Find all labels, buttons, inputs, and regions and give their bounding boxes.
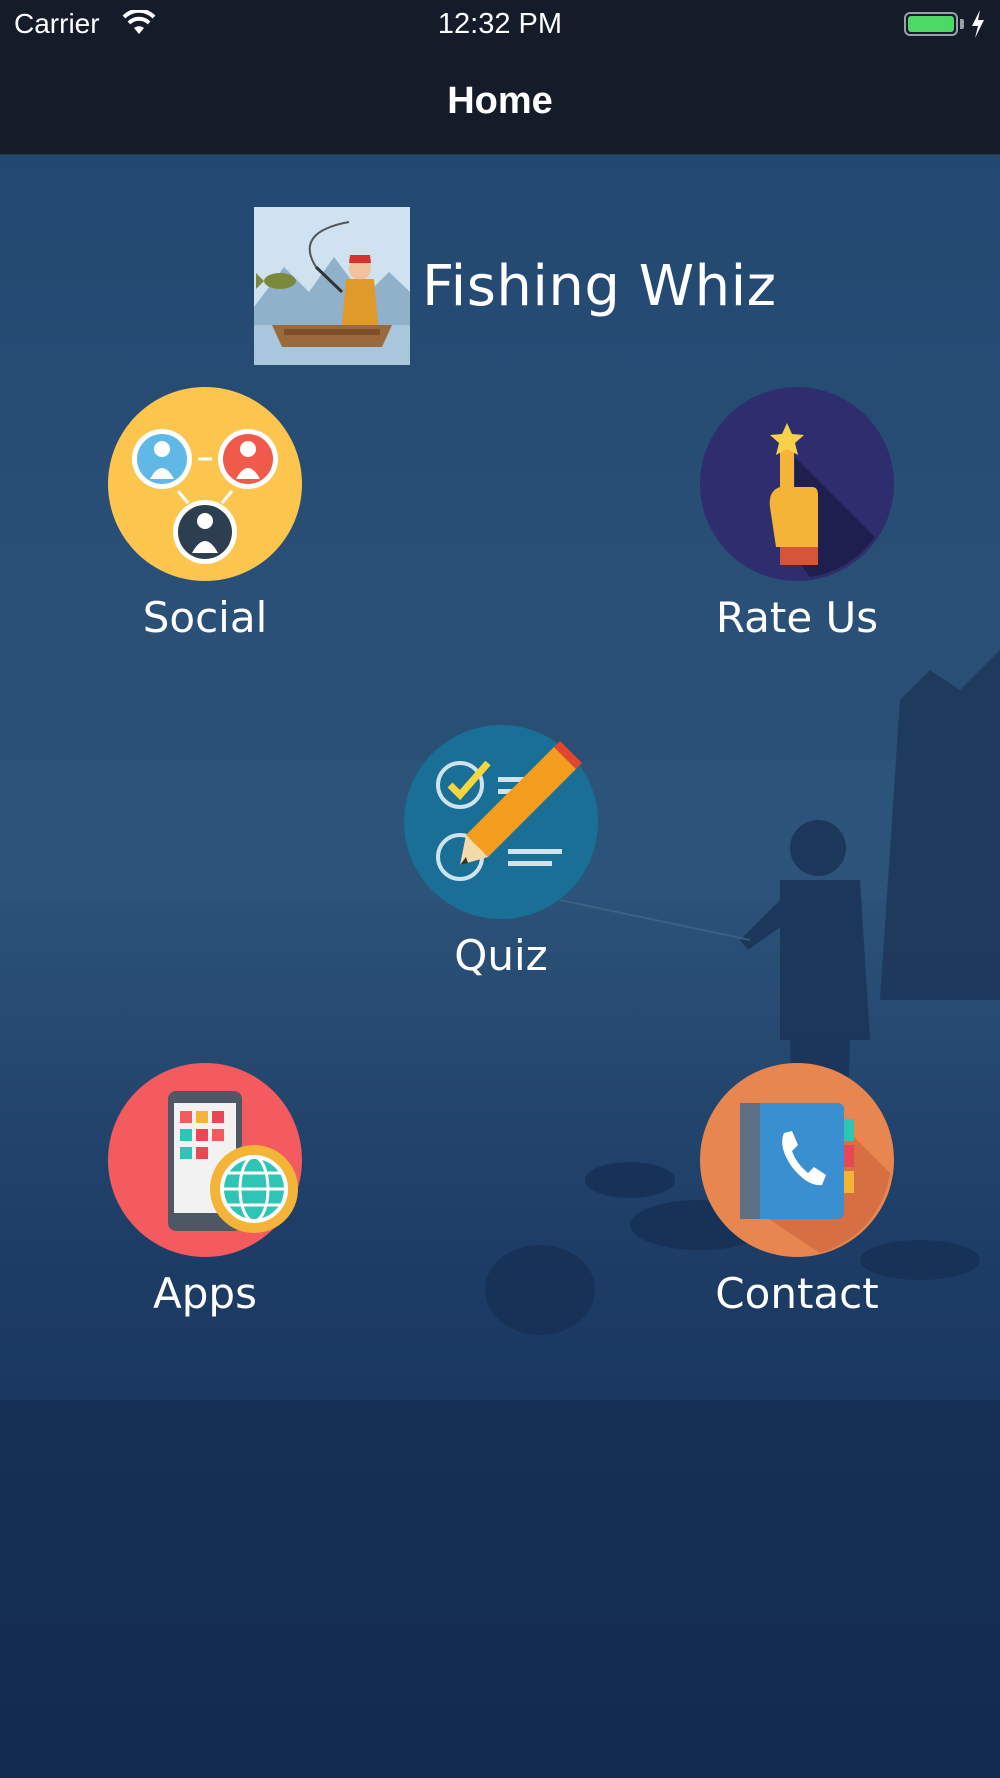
- social-button[interactable]: Social: [90, 387, 320, 642]
- quiz-checklist-pencil-icon: [404, 725, 598, 919]
- home-content: Fishing Whiz Social Rate Us Quiz Apps Co…: [0, 155, 1000, 1778]
- app-header: Fishing Whiz: [254, 207, 777, 365]
- rate-us-label: Rate Us: [715, 593, 879, 642]
- battery-icon: [904, 12, 958, 36]
- navigation-bar: Home: [0, 50, 1000, 155]
- contact-phonebook-icon: [700, 1063, 894, 1257]
- clock-time: 12:32 PM: [437, 8, 563, 40]
- battery-cap: [960, 19, 964, 29]
- quiz-button[interactable]: Quiz: [386, 725, 616, 980]
- rate-star-hand-icon: [700, 387, 894, 581]
- status-bar: Carrier 12:32 PM: [0, 0, 1000, 50]
- social-users-icon: [108, 387, 302, 581]
- page-title: Home: [447, 80, 553, 122]
- fishing-app-logo: [254, 207, 410, 365]
- quiz-label: Quiz: [454, 931, 548, 980]
- rate-us-button[interactable]: Rate Us: [682, 387, 912, 642]
- apps-button[interactable]: Apps: [90, 1063, 320, 1318]
- apps-label: Apps: [153, 1269, 257, 1318]
- social-label: Social: [142, 593, 268, 642]
- apps-phone-globe-icon: [108, 1063, 302, 1257]
- contact-label: Contact: [715, 1269, 879, 1318]
- contact-button[interactable]: Contact: [682, 1063, 912, 1318]
- charging-bolt-icon: [970, 10, 986, 42]
- app-name: Fishing Whiz: [422, 253, 777, 319]
